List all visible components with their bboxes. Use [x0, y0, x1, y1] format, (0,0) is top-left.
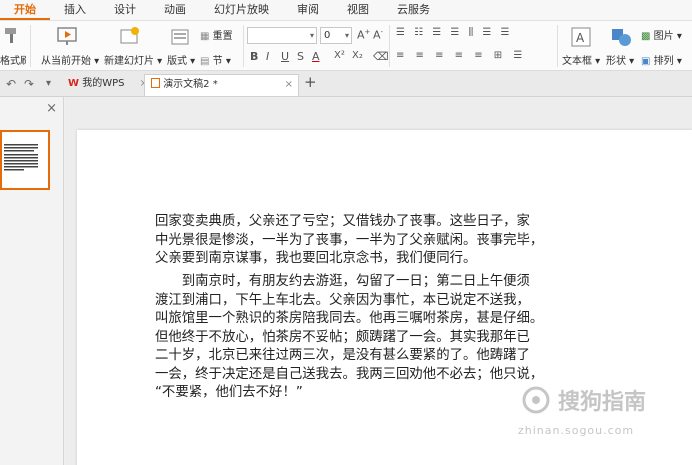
bold-button[interactable]: B	[250, 50, 258, 63]
superscript-button[interactable]: X²	[334, 50, 345, 61]
text-line: 二十岁，北京已来往过两三次，是没有甚么要紧的了。他踌躇了	[155, 348, 530, 363]
section-icon: ▤	[200, 56, 210, 67]
clear-format-icon[interactable]: ⌫	[373, 50, 389, 63]
tab-design[interactable]: 设计	[100, 0, 150, 20]
decrease-font-icon[interactable]: A-	[373, 28, 383, 42]
tab-slideshow[interactable]: 幻灯片放映	[200, 0, 283, 20]
picture-icon: ▩	[641, 31, 651, 42]
font-color-button[interactable]: A	[312, 50, 320, 63]
tab-my-wps[interactable]: W 我的WPS ×	[62, 74, 154, 96]
format-painter-icon[interactable]	[2, 26, 22, 46]
layout-button[interactable]: 版式 ▾	[167, 52, 195, 67]
arrange-button[interactable]: ▣ 排列 ▾	[641, 52, 682, 67]
underline-button[interactable]: U	[281, 50, 289, 63]
text-line: 但他终于不放心，怕茶房不妥帖；颇踌躇了一会。其实我那年已	[155, 329, 530, 345]
thumbnail-text-preview	[4, 144, 38, 171]
text-line: 到南京时，有朋友约去游逛，勾留了一日；第二日上午便须	[155, 274, 530, 289]
ribbon-toolbar: 格式刷 从当前开始 ▾ 新建幻灯片 ▾ 版式 ▾ ▦ 重置 ▤ 节 ▾ ▾ 0 ▾…	[0, 21, 692, 71]
from-current-button[interactable]: 从当前开始 ▾	[41, 52, 99, 67]
document-tab-bar: ↶ ↷ ▾ W 我的WPS × 演示文稿2 * × +	[0, 71, 692, 97]
increase-font-icon[interactable]: A+	[357, 28, 370, 42]
textbox-button[interactable]: 文本框 ▾	[562, 52, 600, 67]
watermark-url: zhinan.sogou.com	[518, 424, 635, 437]
tab-review[interactable]: 审阅	[283, 0, 333, 20]
tab-presentation[interactable]: 演示文稿2 * ×	[144, 74, 299, 96]
new-tab-plus-icon[interactable]: +	[304, 72, 317, 94]
reset-button[interactable]: ▦ 重置	[200, 27, 233, 42]
picture-button[interactable]: ▩ 图片 ▾	[641, 27, 682, 42]
text-line: 父亲要到南京谋事，我也要回北京念书，我们便同行。	[155, 251, 477, 266]
align-buttons[interactable]: ≡ ≡ ≡ ≡ ≡ ⊞ ☰	[396, 50, 526, 61]
watermark-brand: 搜狗指南	[558, 390, 647, 415]
subscript-button[interactable]: X₂	[352, 50, 363, 61]
redo-icon[interactable]: ↷	[24, 74, 34, 96]
shape-icon[interactable]	[610, 27, 632, 47]
chevron-down-icon: ▾	[344, 31, 349, 40]
wps-logo-icon: W	[68, 78, 80, 89]
presentation-file-icon	[151, 78, 160, 88]
reset-icon: ▦	[200, 31, 210, 42]
font-family-select[interactable]: ▾	[247, 27, 317, 44]
italic-button[interactable]: I	[266, 50, 269, 63]
play-from-current-icon[interactable]	[56, 26, 80, 48]
text-line: 一会，终于决定还是自己送我去。我两三回劝他不必去；他只说，	[155, 366, 544, 382]
text-line: 中光景很是惨淡，一半为了丧事，一半为了父亲赋闲。丧事完毕，	[155, 232, 544, 248]
undo-icon[interactable]: ↶	[6, 74, 16, 96]
text-line: 叫旅馆里一个熟识的茶房陪我同去。他再三嘱咐茶房，甚是仔细。	[155, 311, 544, 326]
section-button[interactable]: ▤ 节 ▾	[200, 52, 231, 67]
tab-animation[interactable]: 动画	[150, 0, 200, 20]
format-painter-label[interactable]: 格式刷	[0, 52, 26, 67]
text-line: 渡江到浦口，下午上车北去。父亲因为事忙，本已说定不送我，	[155, 292, 530, 308]
tab-cloud[interactable]: 云服务	[383, 0, 444, 20]
svg-text:A: A	[576, 31, 585, 45]
shadow-button[interactable]: S	[297, 50, 304, 63]
tab-view[interactable]: 视图	[333, 0, 383, 20]
text-line: 回家变卖典质，父亲还了亏空；又借钱办了丧事。这些日子，家	[155, 214, 530, 229]
list-buttons[interactable]: ☰ ☷ ☰ ☰ ⫼ ☰ ☰	[396, 27, 512, 38]
slide-paragraph-1[interactable]: 回家变卖典质，父亲还了亏空；又借钱办了丧事。这些日子，家 中光景很是惨淡，一半为…	[155, 213, 543, 269]
new-slide-icon[interactable]	[118, 26, 142, 48]
font-size-select[interactable]: 0 ▾	[320, 27, 352, 44]
textbox-icon[interactable]: A	[571, 27, 591, 47]
new-slide-button[interactable]: 新建幻灯片 ▾	[104, 52, 162, 67]
chevron-down-icon: ▾	[309, 31, 314, 40]
arrange-icon: ▣	[641, 56, 651, 67]
close-icon[interactable]: ×	[46, 101, 57, 116]
close-icon[interactable]: ×	[285, 75, 293, 95]
slide-paragraph-2[interactable]: 到南京时，有朋友约去游逛，勾留了一日；第二日上午便须 渡江到浦口，下午上车北去。…	[155, 273, 543, 403]
sogou-logo-icon	[522, 386, 550, 414]
chevron-down-icon[interactable]: ▾	[46, 74, 51, 96]
slide-thumbnail-pane: ×	[0, 97, 64, 465]
tab-home[interactable]: 开始	[0, 0, 50, 20]
text-line: “不要紧，他们去不好！”	[155, 385, 303, 400]
layout-icon[interactable]	[171, 29, 189, 47]
shape-button[interactable]: 形状 ▾	[606, 52, 634, 67]
tab-insert[interactable]: 插入	[50, 0, 100, 20]
slide-thumbnail-1[interactable]	[0, 130, 50, 190]
ribbon-tab-bar: 开始 插入 设计 动画 幻灯片放映 审阅 视图 云服务	[0, 0, 692, 21]
